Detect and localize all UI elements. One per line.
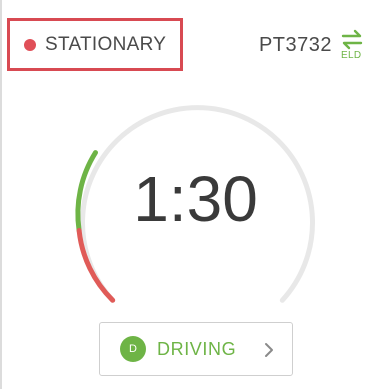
driver-status-screen: STATIONARY PT3732 ELD 1:30 D DRIVING xyxy=(0,0,372,389)
vehicle-id: PT3732 xyxy=(258,34,332,56)
vehicle-info: PT3732 ELD xyxy=(259,28,364,62)
status-label: STATIONARY xyxy=(45,34,167,55)
eld-connection-button[interactable]: ELD xyxy=(340,28,364,62)
drive-time-remaining: 1:30 xyxy=(68,92,323,322)
duty-status-badge: D xyxy=(120,336,146,362)
status-dot-icon xyxy=(24,39,36,51)
panel-divider xyxy=(0,0,2,389)
stationary-status: STATIONARY xyxy=(24,31,166,59)
swap-arrows-icon xyxy=(341,29,363,50)
chevron-right-icon xyxy=(265,343,273,357)
eld-label: ELD xyxy=(341,50,362,61)
duty-status-button[interactable]: D DRIVING xyxy=(99,322,293,376)
time-remaining-value: 1:30 xyxy=(133,163,258,235)
duty-status-label: DRIVING xyxy=(157,338,237,359)
